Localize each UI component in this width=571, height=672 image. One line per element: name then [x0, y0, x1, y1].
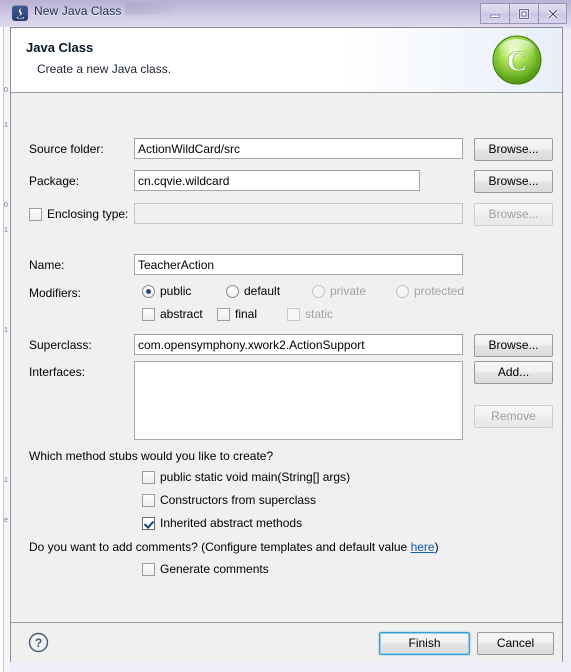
- interfaces-remove-button: Remove: [474, 405, 553, 428]
- page-title: Java Class: [26, 40, 94, 55]
- superclass-label: Superclass:: [29, 338, 92, 352]
- modifier-checkbox-abstract[interactable]: abstract: [142, 307, 203, 321]
- modifier-radio-protected: protected: [396, 284, 464, 298]
- enclosing-type-input[interactable]: [134, 203, 463, 224]
- package-label: Package:: [29, 174, 80, 188]
- method-stubs-question: Which method stubs would you like to cre…: [29, 449, 274, 463]
- checkbox-final-label: final: [235, 307, 258, 321]
- enclosing-type-checkbox-box[interactable]: [29, 207, 42, 221]
- checkbox-generate-comments-label: Generate comments: [160, 562, 269, 576]
- source-folder-browse-button[interactable]: Browse...: [474, 138, 553, 161]
- checkbox-static-label: static: [305, 307, 334, 321]
- generate-comments-checkbox[interactable]: Generate comments: [142, 562, 269, 576]
- name-label: Name:: [29, 258, 65, 272]
- stub-checkbox-inherited[interactable]: Inherited abstract methods: [142, 516, 302, 530]
- radio-default-label: default: [244, 284, 281, 298]
- checkbox-generate-comments-box[interactable]: [142, 562, 155, 576]
- interfaces-list-scrollbar-track[interactable]: [460, 363, 461, 438]
- source-folder-label: Source folder:: [29, 142, 104, 156]
- package-input[interactable]: [134, 170, 420, 191]
- interfaces-list[interactable]: [134, 361, 463, 440]
- radio-private-label: private: [330, 284, 367, 298]
- finish-button[interactable]: Finish: [379, 632, 470, 655]
- green-class-wizard-icon: C: [488, 31, 546, 89]
- configure-templates-link[interactable]: here: [411, 540, 435, 554]
- checkbox-abstract-box[interactable]: [142, 307, 155, 321]
- background-window-sliver: 0 1 0 1 1 1 e: [0, 27, 10, 672]
- superclass-browse-button[interactable]: Browse...: [474, 334, 553, 357]
- svg-text:?: ?: [35, 636, 42, 650]
- close-button[interactable]: [538, 3, 567, 24]
- page-subtitle: Create a new Java class.: [37, 62, 172, 76]
- java-class-icon: [12, 5, 28, 21]
- modifier-checkbox-static: static: [287, 307, 333, 321]
- enclosing-type-browse-button: Browse...: [474, 203, 553, 226]
- wizard-header: Java Class Create a new Java class. C: [11, 28, 562, 93]
- radio-public-label: public: [160, 284, 192, 298]
- checkbox-abstract-label: abstract: [160, 307, 203, 321]
- modifiers-label: Modifiers:: [29, 286, 82, 300]
- radio-protected-indicator: [396, 284, 409, 298]
- minimize-button[interactable]: [480, 3, 509, 24]
- checkbox-inherited-label: Inherited abstract methods: [160, 516, 303, 530]
- wizard-body: Source folder: Browse... Package: Browse…: [11, 94, 562, 621]
- comments-question-before: Do you want to add comments? (Configure …: [29, 540, 411, 554]
- stub-checkbox-main[interactable]: public static void main(String[] args): [142, 470, 350, 484]
- radio-default-indicator[interactable]: [226, 284, 239, 298]
- background-window-title-ghost: [125, 3, 175, 15]
- radio-private-indicator: [312, 284, 325, 298]
- comments-question-after: ): [434, 540, 439, 554]
- modifier-radio-default[interactable]: default: [226, 284, 280, 298]
- new-java-class-dialog: 0 1 0 1 1 1 e New Java Class Java Class …: [0, 0, 571, 672]
- window-controls: [480, 3, 567, 24]
- checkbox-constructors-label: Constructors from superclass: [160, 493, 317, 507]
- package-browse-button[interactable]: Browse...: [474, 170, 553, 193]
- comments-question: Do you want to add comments? (Configure …: [29, 540, 439, 554]
- stub-checkbox-constructors[interactable]: Constructors from superclass: [142, 493, 316, 507]
- title-bar[interactable]: New Java Class: [0, 0, 571, 27]
- enclosing-type-label: Enclosing type:: [47, 207, 129, 221]
- interfaces-label: Interfaces:: [29, 365, 86, 379]
- modifier-radio-private: private: [312, 284, 366, 298]
- checkbox-constructors-box[interactable]: [142, 493, 155, 507]
- name-input[interactable]: [134, 254, 463, 275]
- source-folder-input[interactable]: [134, 138, 463, 159]
- checkbox-main-box[interactable]: [142, 470, 155, 484]
- checkbox-main-label: public static void main(String[] args): [160, 470, 351, 484]
- radio-public-indicator[interactable]: [142, 284, 155, 298]
- checkbox-static-box: [287, 307, 300, 321]
- enclosing-type-checkbox[interactable]: Enclosing type:: [29, 207, 128, 221]
- help-button[interactable]: ?: [28, 632, 49, 653]
- checkbox-final-box[interactable]: [217, 307, 230, 321]
- checkbox-inherited-box[interactable]: [142, 516, 155, 530]
- window-title: New Java Class: [34, 4, 122, 18]
- superclass-input[interactable]: [134, 334, 463, 355]
- cancel-button[interactable]: Cancel: [477, 632, 554, 655]
- restore-button[interactable]: [509, 3, 538, 24]
- modifier-radio-public[interactable]: public: [142, 284, 191, 298]
- modifier-checkbox-final[interactable]: final: [217, 307, 257, 321]
- dialog-client-area: Java Class Create a new Java class. C So…: [10, 27, 563, 662]
- radio-protected-label: protected: [414, 284, 465, 298]
- dialog-button-bar: ? Finish Cancel: [11, 622, 562, 662]
- interfaces-add-button[interactable]: Add...: [474, 361, 553, 384]
